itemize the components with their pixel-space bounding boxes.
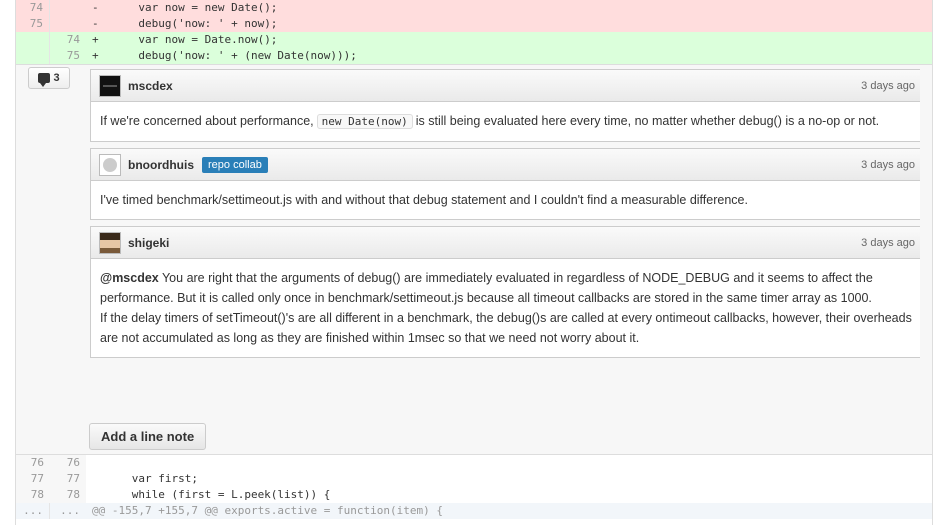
diff-top: 74 - var now = new Date(); 75 - debug('n… xyxy=(16,0,932,64)
old-line-number[interactable]: 75 xyxy=(16,16,50,32)
hunk-header-text: @@ -155,7 +155,7 @@ exports.active = fun… xyxy=(86,503,932,519)
collaborator-badge: repo collab xyxy=(202,156,268,173)
comment-timestamp[interactable]: 3 days ago xyxy=(861,80,915,92)
comment-text: If we're concerned about performance, xyxy=(100,114,314,128)
diff-marker: + xyxy=(92,49,99,62)
avatar[interactable] xyxy=(99,74,121,97)
new-line-number[interactable]: 75 xyxy=(50,48,86,64)
code-line: + var now = Date.now(); xyxy=(86,32,932,48)
new-line-number[interactable]: 76 xyxy=(50,455,86,471)
diff-line-added[interactable]: 74 + var now = Date.now(); xyxy=(16,32,932,48)
inline-code: new Date(now) xyxy=(316,114,413,129)
diff-hunk-header[interactable]: ... ... @@ -155,7 +155,7 @@ exports.acti… xyxy=(16,503,932,519)
old-line-number[interactable]: 77 xyxy=(16,471,50,487)
diff-line-context[interactable]: 76 76 xyxy=(16,455,932,471)
expand-old[interactable]: ... xyxy=(16,503,50,519)
comment-text: You are right that the arguments of debu… xyxy=(100,271,873,305)
diff-line-added[interactable]: 75 + debug('now: ' + (new Date(now))); xyxy=(16,48,932,64)
comment-paragraph: If the delay timers of setTimeout()'s ar… xyxy=(100,311,912,345)
code-text: var now = Date.now(); xyxy=(98,33,278,46)
comment-header: bnoordhuis repo collab 3 days ago xyxy=(91,149,923,181)
diff-marker: + xyxy=(92,33,99,46)
comment: bnoordhuis repo collab 3 days ago I've t… xyxy=(90,148,924,220)
diff-marker: - xyxy=(92,1,99,14)
new-line-number[interactable] xyxy=(50,0,86,16)
user-mention[interactable]: @mscdex xyxy=(100,271,159,285)
diff-line-deleted[interactable]: 74 - var now = new Date(); xyxy=(16,0,932,16)
comment: shigeki 3 days ago @mscdex You are right… xyxy=(90,226,924,358)
code-line: + debug('now: ' + (new Date(now))); xyxy=(86,48,932,64)
add-line-note-button[interactable]: Add a line note xyxy=(89,423,207,450)
new-line-number[interactable]: 78 xyxy=(50,487,86,503)
diff-line-deleted[interactable]: 75 - debug('now: ' + now); xyxy=(16,16,932,32)
code-text: var first; xyxy=(92,472,198,485)
code-text: debug('now: ' + (new Date(now))); xyxy=(98,49,357,62)
comment-body: @mscdex You are right that the arguments… xyxy=(91,259,923,357)
comment-header: shigeki 3 days ago xyxy=(91,227,923,259)
comment-paragraph: @mscdex You are right that the arguments… xyxy=(100,268,914,308)
line-comments: 3 mscdex 3 days ago If we're concerned a… xyxy=(16,64,932,455)
code-line: - var now = new Date(); xyxy=(86,0,932,16)
comment-count: 3 xyxy=(53,72,60,84)
new-line-number[interactable]: 77 xyxy=(50,471,86,487)
comment-right-gutter xyxy=(920,65,932,454)
old-line-number[interactable]: 78 xyxy=(16,487,50,503)
diff-line-context[interactable]: 78 78 while (first = L.peek(list)) { xyxy=(16,487,932,503)
comment: mscdex 3 days ago If we're concerned abo… xyxy=(90,69,924,142)
diff-view: 74 - var now = new Date(); 75 - debug('n… xyxy=(15,0,933,525)
avatar[interactable] xyxy=(99,153,121,176)
comment-gutter xyxy=(16,65,86,454)
comment-icon xyxy=(38,73,51,87)
code-text: var now = new Date(); xyxy=(98,1,278,14)
comment-count-button[interactable]: 3 xyxy=(28,67,70,89)
comment-body: If we're concerned about performance, new… xyxy=(91,102,923,141)
code-line: - debug('now: ' + now); xyxy=(86,16,932,32)
diff-line-context[interactable]: 77 77 var first; xyxy=(16,471,932,487)
code-text: while (first = L.peek(list)) { xyxy=(92,488,331,501)
comment-author[interactable]: mscdex xyxy=(128,79,173,93)
comment-timestamp[interactable]: 3 days ago xyxy=(861,159,915,171)
new-line-number[interactable]: 74 xyxy=(50,32,86,48)
comment-body: I've timed benchmark/settimeout.js with … xyxy=(100,193,748,207)
old-line-number[interactable] xyxy=(16,32,50,48)
comment-author[interactable]: bnoordhuis xyxy=(128,158,194,172)
expand-new[interactable]: ... xyxy=(50,503,86,519)
comment-author[interactable]: shigeki xyxy=(128,236,169,250)
comment-header: mscdex 3 days ago xyxy=(91,70,923,102)
comment-thread: mscdex 3 days ago If we're concerned abo… xyxy=(90,69,924,364)
comment-text: is still being evaluated here every time… xyxy=(415,114,880,128)
diff-bottom: 76 76 77 77 var first; 78 78 while (firs… xyxy=(16,455,932,519)
new-line-number[interactable] xyxy=(50,16,86,32)
code-text: debug('now: ' + now); xyxy=(98,17,278,30)
old-line-number[interactable]: 74 xyxy=(16,0,50,16)
comment-timestamp[interactable]: 3 days ago xyxy=(861,237,915,249)
old-line-number[interactable]: 76 xyxy=(16,455,50,471)
diff-marker: - xyxy=(92,17,99,30)
old-line-number[interactable] xyxy=(16,48,50,64)
avatar[interactable] xyxy=(99,231,121,254)
